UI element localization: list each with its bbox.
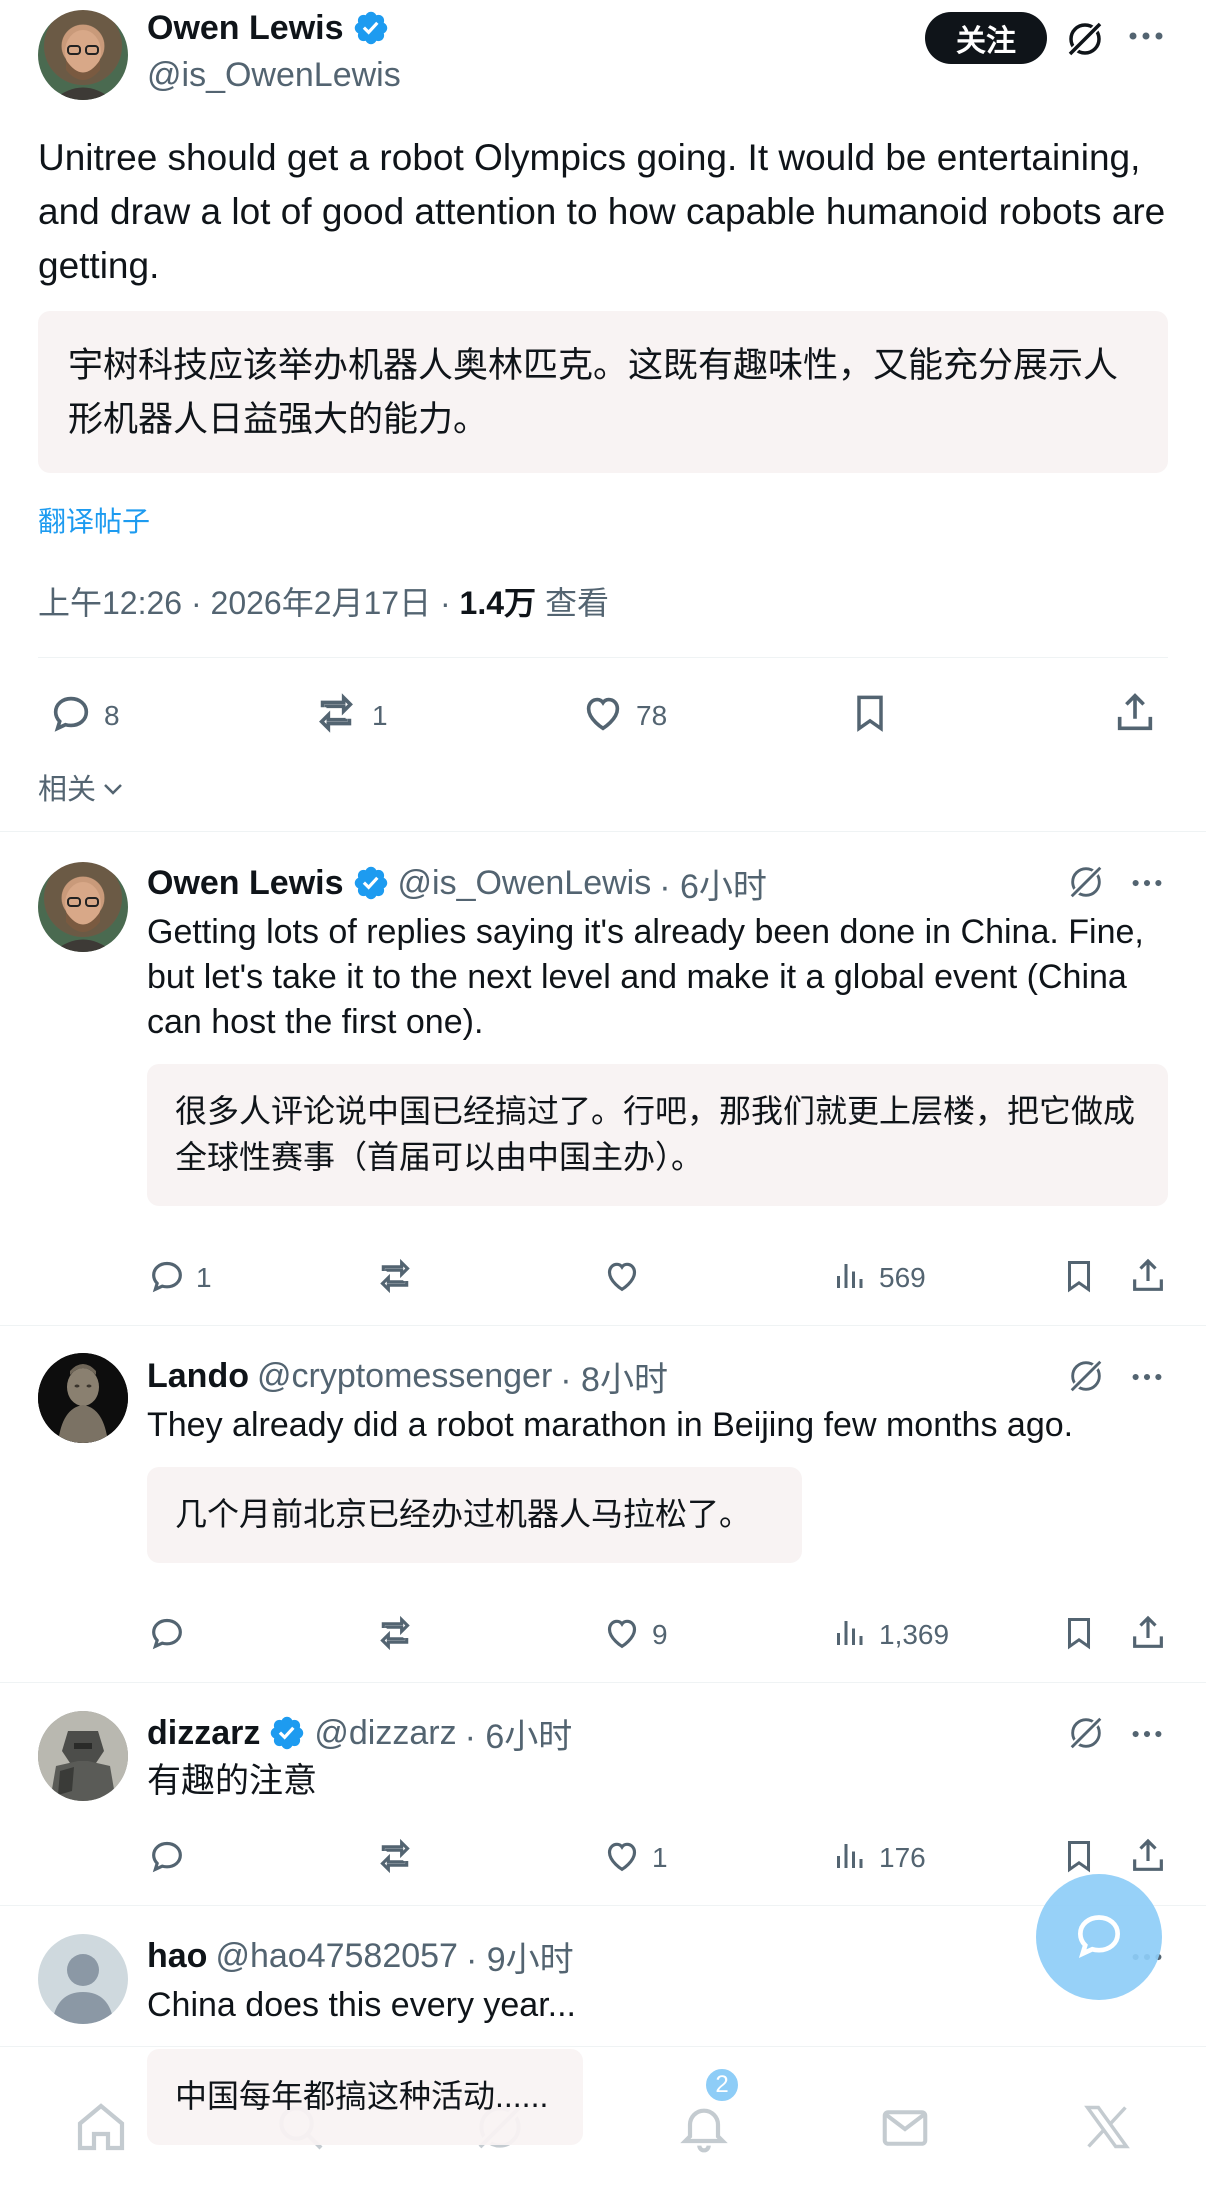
reply-author-name[interactable]: Lando (147, 1357, 249, 1396)
reply-author-name[interactable]: hao (147, 1937, 207, 1976)
bookmark-button[interactable] (1060, 1613, 1098, 1653)
views-icon[interactable] (831, 1836, 867, 1876)
reply-avatar[interactable] (38, 1711, 128, 1801)
notification-badge-count: 2 (715, 2071, 729, 2098)
like-count: 78 (636, 700, 668, 731)
more-options-icon[interactable] (1130, 1370, 1164, 1384)
repost-button[interactable] (312, 690, 360, 736)
notification-badge: 2 (704, 2067, 740, 2103)
translation-text: 中国每年都搞这种活动...... (175, 2078, 549, 2114)
share-button[interactable] (1128, 1613, 1168, 1653)
reply-avatar[interactable] (38, 862, 128, 952)
views-count: 1.4万 (459, 585, 537, 621)
reply-author-handle[interactable]: @cryptomessenger (257, 1357, 552, 1396)
reply-text: They already did a robot marathon in Bei… (147, 1406, 1074, 1444)
x-logo-icon[interactable] (1080, 2101, 1134, 2153)
more-options-icon[interactable] (1130, 1727, 1164, 1741)
more-options-icon[interactable] (1128, 28, 1164, 44)
reply-author-handle[interactable]: @is_OwenLewis (398, 864, 652, 903)
reply-text: Getting lots of replies saying it's alre… (147, 913, 1144, 1041)
views-count: 1,369 (879, 1619, 950, 1650)
views-label: 查看 (536, 585, 609, 621)
reply-author-name[interactable]: Owen Lewis (147, 864, 344, 903)
translation-box: 几个月前北京已经办过机器人马拉松了。 (147, 1467, 802, 1563)
grok-icon[interactable] (1066, 862, 1106, 902)
reply-count: 8 (104, 700, 120, 731)
verified-badge-icon (352, 9, 390, 47)
repost-count: 1 (372, 700, 388, 731)
share-button[interactable] (1112, 690, 1158, 736)
translation-text: 几个月前北京已经办过机器人马拉松了。 (175, 1496, 752, 1532)
reply-time: · 6小时 (464, 1717, 573, 1756)
bookmark-button[interactable] (848, 690, 892, 736)
share-button[interactable] (1128, 1836, 1168, 1876)
repost-button[interactable] (374, 1256, 416, 1296)
translation-text: 宇树科技应该举办机器人奥林匹克。这既有趣味性，又能充分展示人形机器人日益强大的能… (68, 346, 1119, 439)
grok-icon[interactable] (1066, 1356, 1106, 1396)
reply-time: · 8小时 (560, 1360, 668, 1399)
reply-text: China does this every year... (147, 1986, 577, 2024)
grok-icon[interactable] (1066, 1713, 1106, 1753)
like-count: 9 (652, 1619, 668, 1650)
follow-label: 关注 (956, 25, 1016, 58)
messages-icon[interactable] (876, 2101, 934, 2155)
views-icon[interactable] (831, 1256, 867, 1296)
compose-reply-fab[interactable] (1036, 1874, 1162, 2000)
compose-reply-icon (1071, 1907, 1127, 1968)
timestamp: 上午12:26 · 2026年2月17日 · (38, 585, 460, 621)
views-count: 176 (879, 1842, 926, 1873)
robot-mech-icon (38, 1711, 128, 1801)
reply-text: 有趣的注意 (147, 1762, 317, 1800)
sort-label: 相关 (38, 774, 97, 806)
post-meta: 上午12:26 · 2026年2月17日 · 1.4万 查看 (38, 578, 609, 624)
verified-badge-icon (352, 864, 390, 902)
reply-button[interactable] (147, 1836, 187, 1876)
more-options-icon[interactable] (1130, 876, 1164, 890)
reply-author-handle[interactable]: @hao47582057 (215, 1937, 458, 1976)
verified-badge-icon (268, 1714, 306, 1752)
translation-box: 中国每年都搞这种活动...... (147, 2049, 583, 2145)
post-text: Unitree should get a robot Olympics goin… (38, 137, 1166, 286)
reply-avatar[interactable] (38, 1934, 128, 2024)
reply-button[interactable] (147, 1256, 187, 1296)
like-button[interactable] (602, 1256, 642, 1296)
bookmark-button[interactable] (1060, 1256, 1098, 1296)
sort-dropdown[interactable]: 相关 (38, 766, 124, 808)
translation-box: 宇树科技应该举办机器人奥林匹克。这既有趣味性，又能充分展示人形机器人日益强大的能… (38, 311, 1168, 473)
notifications-icon[interactable] (676, 2099, 732, 2155)
follow-button[interactable]: 关注 (925, 12, 1047, 64)
translation-text: 很多人评论说中国已经搞过了。行吧，那我们就更上层楼，把它做成全球性赛事（首届可以… (175, 1093, 1136, 1175)
author-name[interactable]: Owen Lewis (147, 9, 344, 48)
grok-icon[interactable] (1064, 18, 1106, 60)
reply-avatar[interactable] (38, 1353, 128, 1443)
reply-time: · 6小时 (659, 867, 767, 906)
chevron-down-icon (102, 771, 124, 804)
translation-box: 很多人评论说中国已经搞过了。行吧，那我们就更上层楼，把它做成全球性赛事（首届可以… (147, 1064, 1168, 1206)
reply-author-name[interactable]: dizzarz (147, 1714, 260, 1753)
author-avatar[interactable] (38, 10, 128, 100)
reply-time: · 9小时 (465, 1940, 574, 1979)
default-avatar-icon (52, 1954, 114, 2024)
reply-author-handle[interactable]: @dizzarz (314, 1714, 456, 1753)
reply-count: 1 (196, 1262, 212, 1293)
like-button[interactable] (580, 690, 626, 736)
views-count: 569 (879, 1262, 926, 1293)
like-count: 1 (652, 1842, 668, 1873)
translate-post-link[interactable]: 翻译帖子 (38, 500, 150, 540)
avatar-face-icon (53, 882, 113, 952)
bookmark-button[interactable] (1060, 1836, 1098, 1876)
like-button[interactable] (602, 1613, 642, 1653)
reply-button[interactable] (48, 690, 94, 736)
author-handle[interactable]: @is_OwenLewis (147, 56, 401, 95)
share-button[interactable] (1128, 1256, 1168, 1296)
home-icon[interactable] (72, 2099, 130, 2155)
repost-button[interactable] (374, 1836, 416, 1876)
like-button[interactable] (602, 1836, 642, 1876)
reply-button[interactable] (147, 1613, 187, 1653)
author-face-icon (53, 30, 113, 100)
repost-button[interactable] (374, 1613, 416, 1653)
terracotta-warrior-icon (38, 1353, 128, 1443)
views-icon[interactable] (831, 1613, 867, 1653)
